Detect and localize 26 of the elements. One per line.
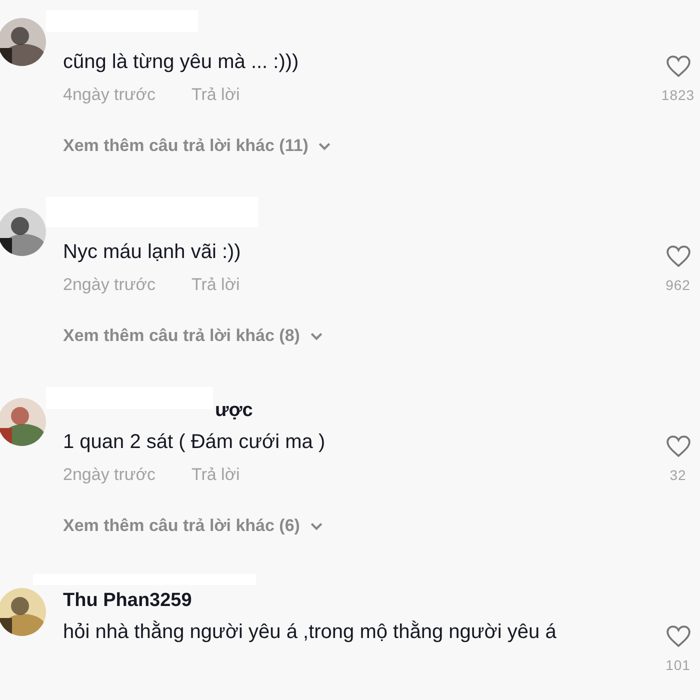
like-count: 32 xyxy=(670,467,686,483)
like-count: 1823 xyxy=(661,87,695,103)
reply-link[interactable]: Trả lời xyxy=(191,465,240,485)
view-more-replies[interactable]: Xem thêm câu trả lời khác (6) xyxy=(63,516,300,536)
chevron-down-icon[interactable] xyxy=(310,522,323,530)
username[interactable]: ược xyxy=(215,400,253,422)
view-more-replies[interactable]: Xem thêm câu trả lời khác (11) xyxy=(63,136,308,156)
reply-link[interactable]: Trả lời xyxy=(191,275,240,295)
chevron-down-icon[interactable] xyxy=(310,332,323,340)
view-more-replies[interactable]: Xem thêm câu trả lời khác (8) xyxy=(63,326,300,346)
username[interactable]: Thu Phan3259 xyxy=(63,590,192,612)
chevron-down-icon[interactable] xyxy=(318,142,332,150)
comment-text: Nyc máu lạnh vãi :)) xyxy=(63,240,242,265)
timestamp: 2ngày trước xyxy=(63,465,156,485)
heart-icon[interactable] xyxy=(666,245,690,268)
comment-text: hỏi nhà thằng người yêu á ,trong mộ thằng người yêu á xyxy=(63,620,558,645)
timestamp: 4ngày trước xyxy=(63,85,156,105)
heart-icon[interactable] xyxy=(666,625,690,648)
heart-icon[interactable] xyxy=(666,435,690,458)
timestamp: 2ngày trước xyxy=(63,275,156,295)
like-count: 101 xyxy=(666,657,690,673)
heart-icon[interactable] xyxy=(666,55,690,78)
reply-link[interactable]: Trả lời xyxy=(191,85,240,105)
like-count: 962 xyxy=(666,277,690,293)
comment-text: 1 quan 2 sát ( Đám cưới ma ) xyxy=(63,430,326,455)
comment-text: cũng là từng yêu mà ... :))) xyxy=(63,50,300,75)
